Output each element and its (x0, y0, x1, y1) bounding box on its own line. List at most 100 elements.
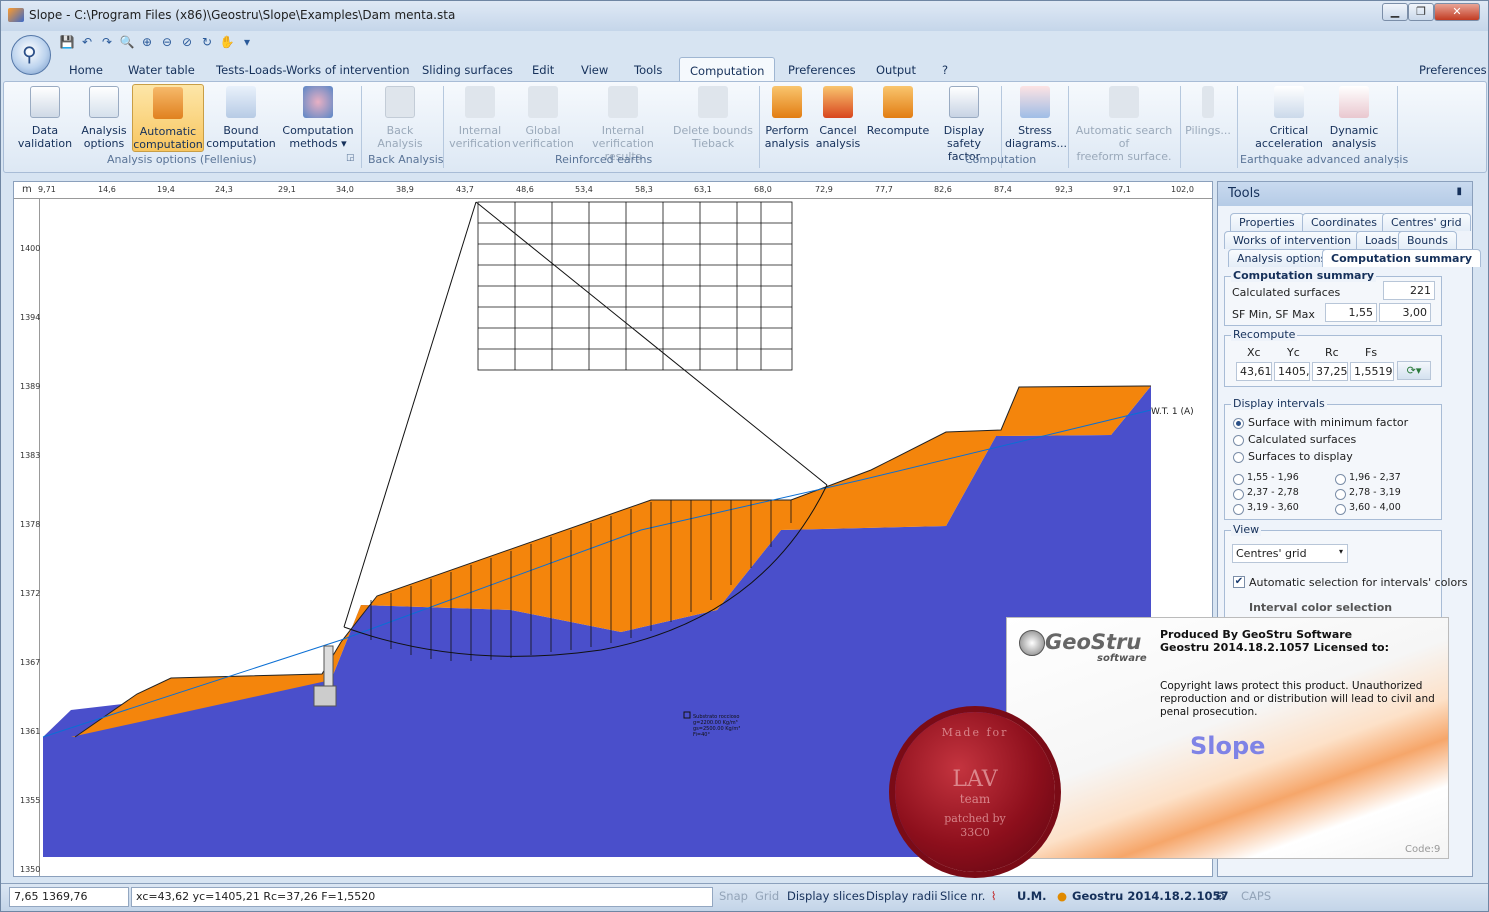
app-icon[interactable] (8, 8, 24, 22)
radio-range[interactable] (1233, 489, 1244, 500)
tab-help[interactable]: ? (942, 60, 948, 80)
interval-color-button[interactable]: Interval color selection (1249, 601, 1392, 614)
gear-icon[interactable]: ⚙ (1215, 889, 1225, 903)
splash-screen[interactable]: GeoStru software Produced By GeoStru Sof… (1006, 617, 1449, 859)
xc-input[interactable]: 43,61 (1236, 362, 1272, 381)
ruler-x-label: 92,3 (1055, 185, 1073, 194)
minimize-button[interactable]: ▁ (1382, 3, 1408, 21)
stress-diagram-icon (1020, 86, 1050, 118)
tab-edit[interactable]: Edit (532, 60, 554, 80)
cancel-analysis-button[interactable]: Cancel analysis (814, 84, 862, 150)
document-check-icon (30, 86, 60, 118)
results-grid-icon (608, 86, 638, 118)
pan-icon[interactable]: ✋ (217, 33, 237, 51)
radio-range[interactable] (1335, 504, 1346, 515)
ruler-x-label: 77,7 (875, 185, 893, 194)
ptab-bounds[interactable]: Bounds (1398, 231, 1457, 249)
zoom-out-icon[interactable]: ⊖ (157, 33, 177, 51)
ptab-properties[interactable]: Properties (1230, 213, 1304, 231)
display-safety-factor-button[interactable]: Display safety factor (930, 84, 998, 163)
fs-header: Fs (1365, 346, 1378, 359)
yc-header: Yc (1287, 346, 1300, 359)
radio-range[interactable] (1233, 474, 1244, 485)
fs-input[interactable]: 1,55197 (1350, 362, 1394, 381)
zoom-refresh-icon[interactable]: ↻ (197, 33, 217, 51)
critical-acceleration-button[interactable]: Critical acceleration (1242, 84, 1336, 150)
computation-methods-button[interactable]: Computation methods ▾ (279, 84, 357, 150)
radio-range[interactable] (1335, 474, 1346, 485)
radio-min-factor[interactable] (1233, 418, 1244, 429)
internal-verification-button[interactable]: Internal verification (448, 84, 512, 150)
qat-customize-icon[interactable]: ▾ (237, 33, 257, 51)
stress-diagrams-button[interactable]: Stress diagrams... (1005, 84, 1067, 150)
ptab-works[interactable]: Works of intervention (1224, 231, 1361, 249)
preferences-link[interactable]: Preferences (1419, 60, 1487, 80)
range-label: 2,37 - 2,78 (1247, 487, 1299, 498)
radio-calculated[interactable] (1233, 435, 1244, 446)
display-radii-toggle[interactable]: Display radii (866, 889, 938, 903)
graph-icon[interactable]: ⌇ (991, 889, 997, 903)
grid-toggle[interactable]: Grid (755, 889, 779, 903)
dialog-launcher-icon[interactable]: ◲ (346, 153, 355, 163)
slice-nr-toggle[interactable]: Slice nr. (940, 889, 985, 903)
save-icon[interactable]: 💾 (57, 33, 77, 51)
automatic-computation-button[interactable]: Automatic computation (132, 84, 204, 152)
tab-output[interactable]: Output (876, 60, 916, 80)
perform-slope-icon (772, 86, 802, 118)
yc-input[interactable]: 1405, (1274, 362, 1310, 381)
ptab-coordinates[interactable]: Coordinates (1302, 213, 1387, 231)
back-analysis-button[interactable]: Back Analysis (368, 84, 432, 150)
pin-icon[interactable]: ▮ (1456, 186, 1462, 197)
analysis-options-button[interactable]: Analysis options (76, 84, 132, 150)
perform-analysis-button[interactable]: Perform analysis (763, 84, 811, 150)
tab-tests-loads[interactable]: Tests-Loads-Works of intervention (216, 60, 410, 80)
ruler-x-label: 97,1 (1113, 185, 1131, 194)
group-label-back-analysis: Back Analysis (368, 153, 444, 166)
close-button[interactable]: ✕ (1434, 3, 1480, 21)
zoom-window-icon[interactable]: ⊘ (177, 33, 197, 51)
computation-summary-group: Computation summary Calculated surfaces … (1224, 269, 1442, 326)
tools-panel-title: Tools (1228, 186, 1261, 201)
radio-to-display-label: Surfaces to display (1248, 450, 1353, 463)
zoom-in-icon[interactable]: ⊕ (137, 33, 157, 51)
undo-icon[interactable]: ↶ (77, 33, 97, 51)
zoom-icon[interactable]: 🔍 (117, 33, 137, 51)
ptab-analysis-options[interactable]: Analysis options (1228, 249, 1336, 267)
ptab-computation-summary[interactable]: Computation summary (1322, 249, 1482, 267)
internal-verification-results-button[interactable]: Internal verification results (574, 84, 672, 163)
recompute-refresh-button[interactable]: ⟳▾ (1397, 361, 1431, 380)
ruler-x-label: 102,0 (1171, 185, 1194, 194)
units-button[interactable]: U.M. (1017, 889, 1047, 903)
ptab-centres-grid[interactable]: Centres' grid (1382, 213, 1471, 231)
retaining-wall[interactable] (323, 645, 334, 687)
snap-toggle[interactable]: Snap (719, 889, 748, 903)
tab-tools[interactable]: Tools (634, 60, 662, 80)
global-verification-button[interactable]: Global verification (512, 84, 574, 150)
tab-sliding-surfaces[interactable]: Sliding surfaces (422, 60, 513, 80)
pilings-button[interactable]: Pilings... (1182, 84, 1234, 137)
dynamic-analysis-button[interactable]: Dynamic analysis (1326, 84, 1382, 150)
view-select[interactable]: Centres' grid ▾ (1232, 544, 1348, 563)
ribbon-computation: Data validation Analysis options Automatic… (3, 81, 1487, 173)
tab-preferences[interactable]: Preferences (788, 60, 856, 80)
radio-range[interactable] (1233, 504, 1244, 515)
ruler-x-label: 72,9 (815, 185, 833, 194)
maximize-button[interactable]: ❐ (1408, 3, 1434, 21)
rc-input[interactable]: 37,25 (1312, 362, 1348, 381)
view-group: View Centres' grid ▾ ✔ Automatic selectio… (1224, 523, 1467, 620)
auto-selection-checkbox[interactable]: ✔ (1233, 576, 1245, 588)
tab-water-table[interactable]: Water table (128, 60, 195, 80)
tab-view[interactable]: View (581, 60, 608, 80)
freeform-search-button[interactable]: Automatic search of freeform surface. (1070, 84, 1178, 163)
tab-home[interactable]: Home (69, 60, 103, 80)
data-validation-button[interactable]: Data validation (14, 84, 76, 150)
bound-computation-button[interactable]: Bound computation (205, 84, 277, 150)
radio-to-display[interactable] (1233, 452, 1244, 463)
globe-icon (1019, 630, 1045, 656)
redo-icon[interactable]: ↷ (97, 33, 117, 51)
display-slices-toggle[interactable]: Display slices (787, 889, 865, 903)
radio-range[interactable] (1335, 489, 1346, 500)
recompute-button[interactable]: Recompute (866, 84, 930, 137)
delete-bounds-tieback-button[interactable]: Delete bounds Tieback (672, 84, 754, 150)
tab-computation[interactable]: Computation (679, 57, 776, 82)
